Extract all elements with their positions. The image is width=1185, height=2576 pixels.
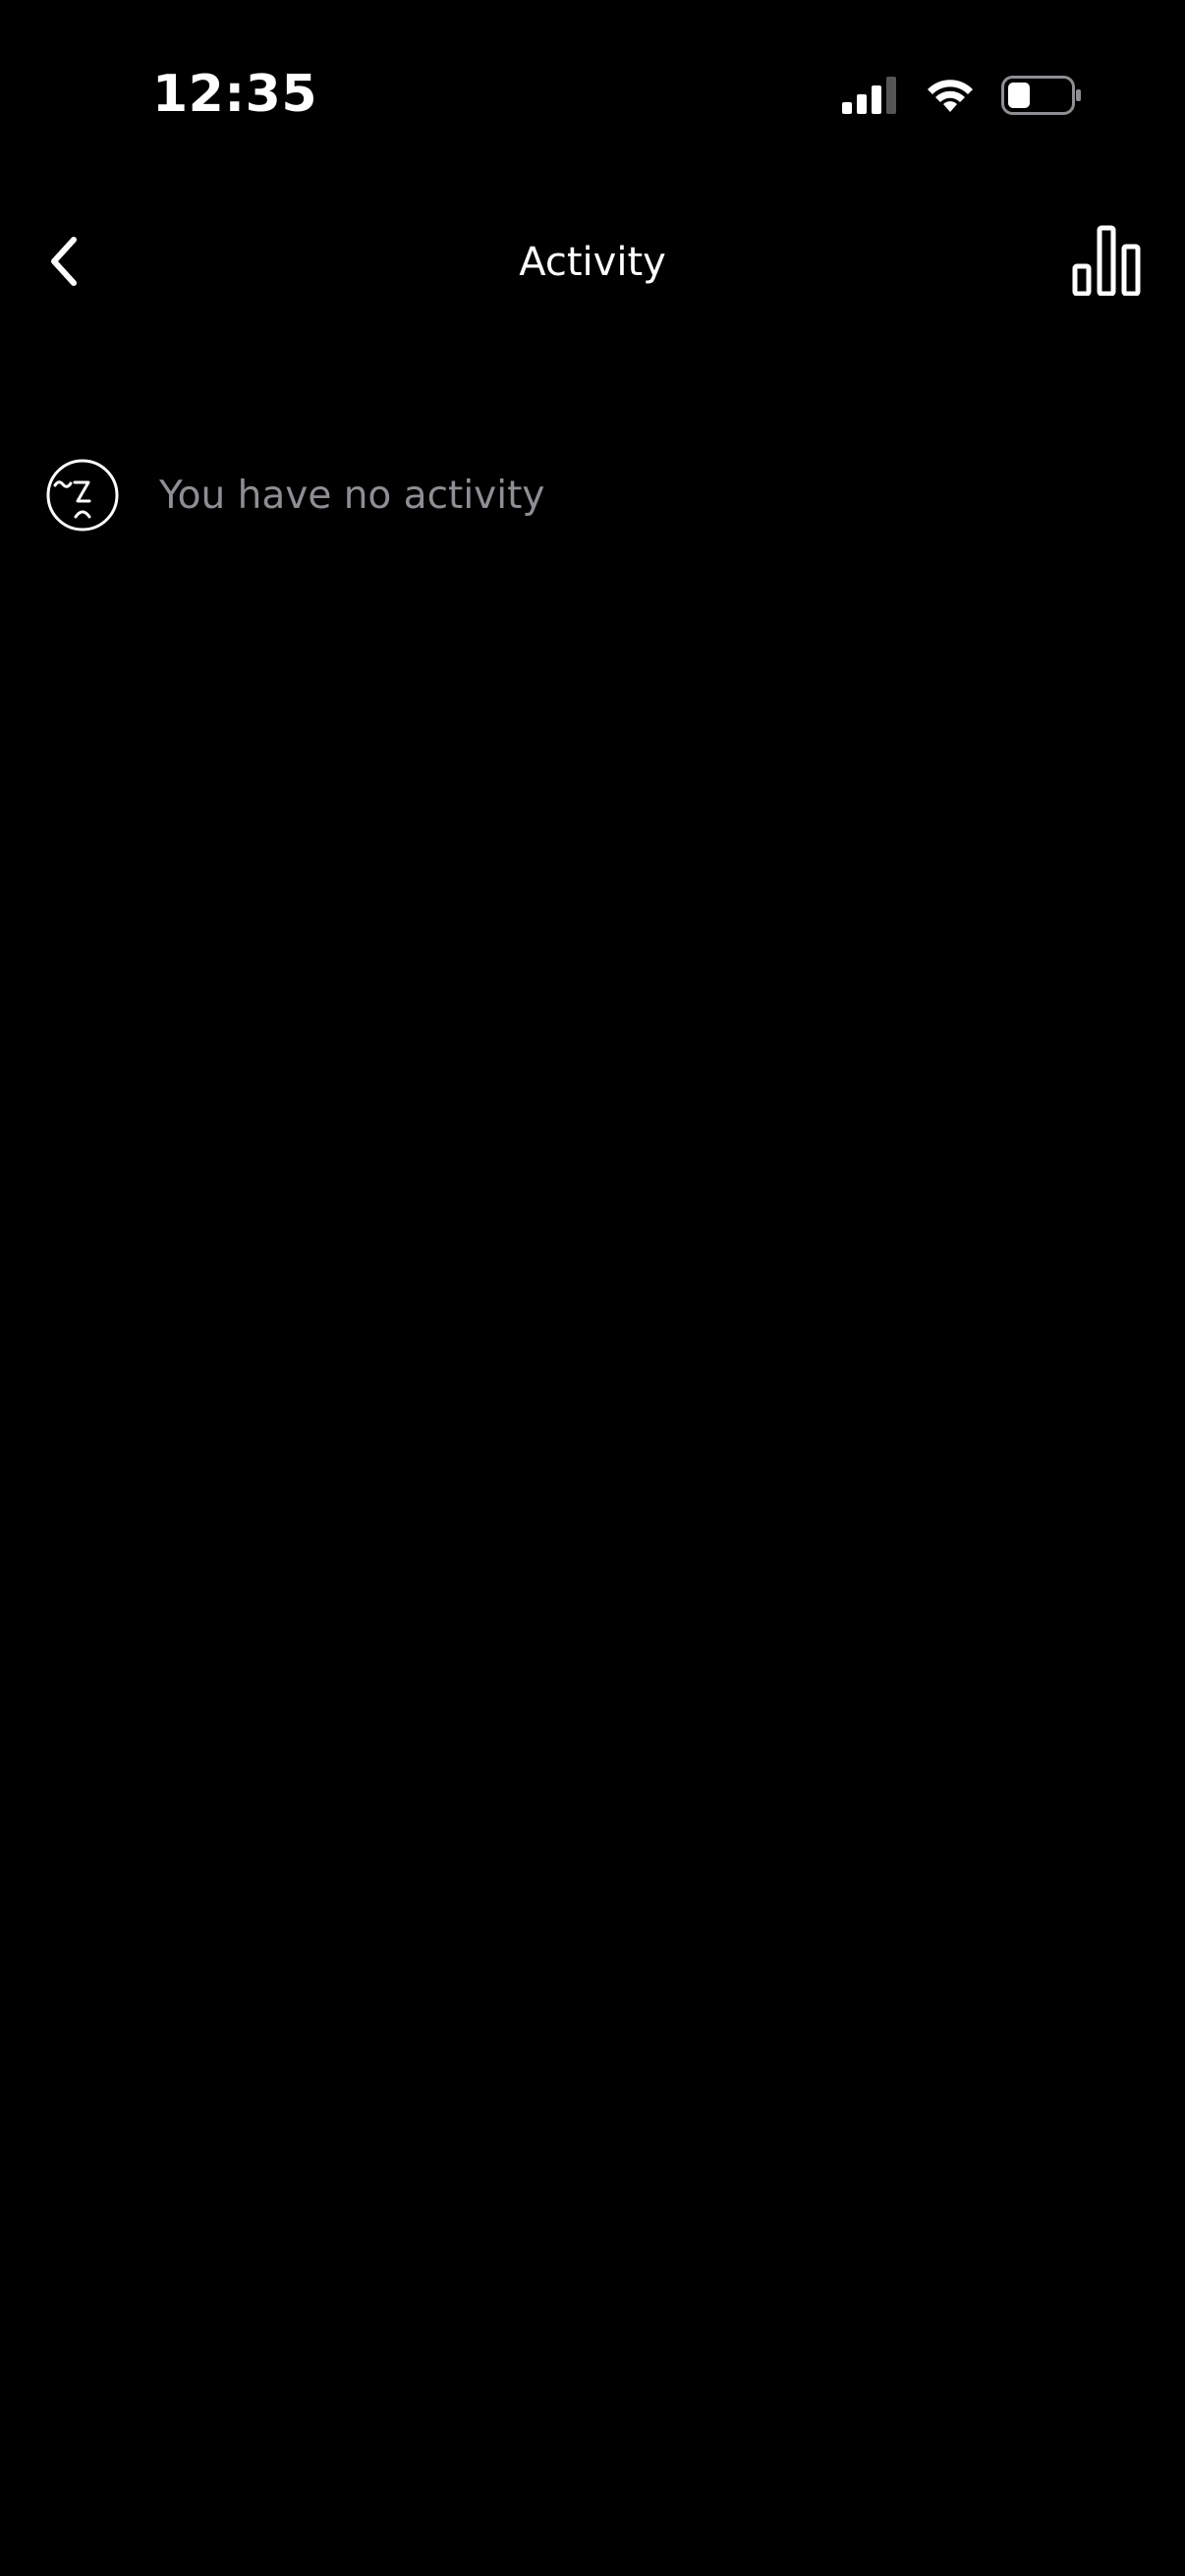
stats-button[interactable]	[1067, 218, 1146, 307]
signal-icon	[842, 77, 899, 114]
battery-icon	[1001, 76, 1082, 115]
status-time: 12:35	[152, 65, 318, 124]
status-icons	[842, 71, 1082, 120]
bar-chart-icon	[1072, 225, 1141, 301]
nav-bar: Activity	[0, 196, 1185, 334]
status-bar: 12:35	[0, 0, 1185, 147]
wifi-icon	[925, 77, 976, 114]
empty-state-message: You have no activity	[159, 473, 545, 518]
empty-state: You have no activity	[45, 458, 544, 532]
sad-face-icon	[45, 458, 120, 532]
page-title: Activity	[519, 240, 666, 285]
